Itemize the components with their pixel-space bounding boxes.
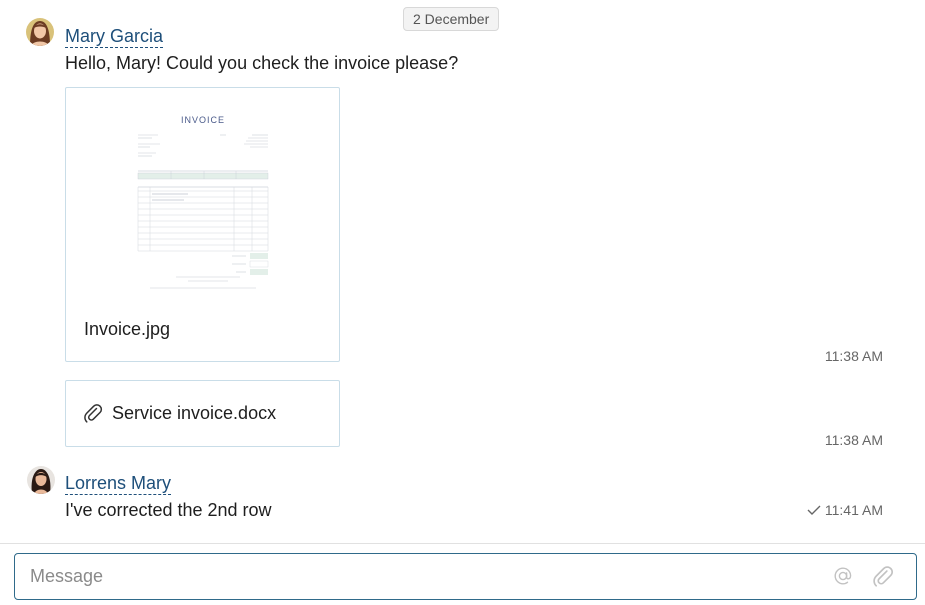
file-attachment-card[interactable]: Service invoice.docx (65, 380, 340, 447)
message-author-link[interactable]: Lorrens Mary (65, 473, 172, 495)
message-author-link[interactable]: Mary Garcia (65, 26, 164, 48)
message-timestamp: 11:41 AM (824, 502, 883, 518)
paperclip-icon (84, 404, 103, 423)
message-composer (14, 553, 917, 600)
composer-divider (0, 543, 925, 544)
message-timestamp-row: 11:41 AM (807, 502, 883, 518)
message-text: I've corrected the 2nd row (65, 500, 272, 520)
paperclip-icon[interactable] (872, 565, 894, 587)
message-timestamp: 11:38 AM (824, 432, 883, 448)
date-separator: 2 December (403, 7, 500, 31)
message-input[interactable] (15, 554, 815, 599)
at-icon[interactable] (832, 565, 854, 587)
image-attachment-card[interactable]: INVOICE Invoice.jpg (65, 87, 340, 362)
avatar[interactable] (27, 466, 55, 494)
checkmark-icon (807, 505, 821, 515)
attachment-file-name: Service invoice.docx (112, 403, 277, 423)
attachment-file-name: Invoice.jpg (84, 319, 171, 339)
invoice-thumbnail: INVOICE (136, 112, 270, 292)
message-timestamp: 11:38 AM (824, 348, 883, 364)
invoice-thumbnail-title: INVOICE (180, 115, 225, 125)
avatar[interactable] (26, 18, 54, 46)
message-text: Hello, Mary! Could you check the invoice… (65, 53, 459, 73)
